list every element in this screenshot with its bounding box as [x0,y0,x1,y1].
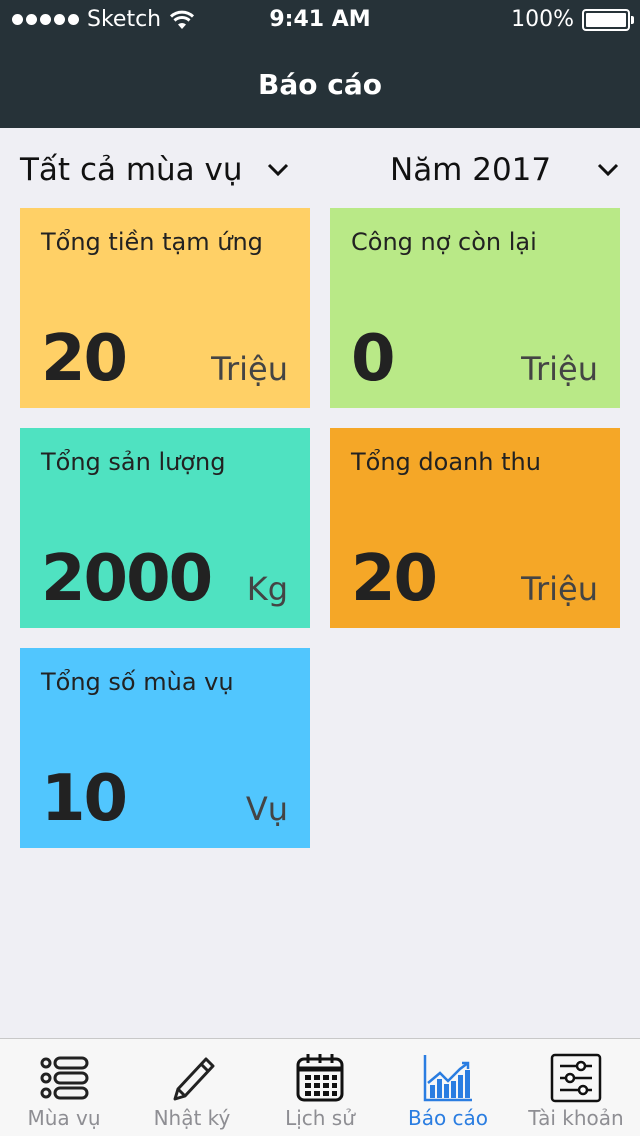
status-right: 100% [511,7,634,32]
card-value: 0 [351,322,396,396]
season-filter-label: Tất cả mùa vụ [20,152,243,188]
card-total-seasons[interactable]: Tổng số mùa vụ 10 Vụ [20,648,310,848]
tab-diary[interactable]: Nhật ký [128,1039,256,1136]
tab-label: Tài khoản [528,1106,624,1130]
card-label: Công nợ còn lại [351,228,537,256]
page-title: Báo cáo [258,68,382,101]
card-advance-total[interactable]: Tổng tiền tạm ứng 20 Triệu [20,208,310,408]
tab-label: Báo cáo [407,1106,489,1130]
navigation-header: Sketch 9:41 AM 100% Báo cáo [0,0,640,128]
card-value: 2000 [41,542,213,616]
tab-account[interactable]: Tài khoản [512,1039,640,1136]
tab-reports[interactable]: Báo cáo [384,1039,512,1136]
chart-icon [423,1055,472,1102]
card-unit: Triệu [211,350,288,388]
pencil-icon [173,1057,215,1101]
card-value: 10 [41,762,128,836]
status-bar: Sketch 9:41 AM 100% [0,0,640,40]
card-label: Tổng tiền tạm ứng [41,228,263,256]
card-unit: Kg [246,570,288,608]
card-label: Tổng sản lượng [41,448,226,476]
chevron-down-icon [267,163,288,177]
card-total-revenue[interactable]: Tổng doanh thu 20 Triệu [330,428,620,628]
chevron-down-icon [598,163,619,177]
tab-seasons[interactable]: Mùa vụ [0,1039,128,1136]
card-value: 20 [41,322,128,396]
card-unit: Triệu [521,570,598,608]
tab-label: Mùa vụ [27,1106,101,1130]
tab-history[interactable]: Lịch sử [256,1039,384,1136]
season-filter-dropdown[interactable]: Tất cả mùa vụ [20,148,289,192]
battery-icon [582,8,634,31]
battery-percent: 100% [511,7,574,32]
card-remaining-debt[interactable]: Công nợ còn lại 0 Triệu [330,208,620,408]
card-label: Tổng số mùa vụ [41,668,234,696]
list-icon [40,1056,89,1100]
tab-label: Nhật ký [153,1106,231,1130]
year-filter-label: Năm 2017 [390,152,552,188]
card-unit: Triệu [521,350,598,388]
card-value: 20 [351,542,438,616]
card-label: Tổng doanh thu [351,448,541,476]
settings-sliders-icon [550,1053,602,1103]
tab-bar: Mùa vụ Nhật ký Lịch sử Báo cáo Tài khoản [0,1038,640,1136]
calendar-icon [296,1054,344,1102]
tab-label: Lịch sử [285,1106,355,1130]
card-total-output[interactable]: Tổng sản lượng 2000 Kg [20,428,310,628]
card-unit: Vụ [245,790,288,828]
year-filter-dropdown[interactable]: Năm 2017 [390,148,619,192]
